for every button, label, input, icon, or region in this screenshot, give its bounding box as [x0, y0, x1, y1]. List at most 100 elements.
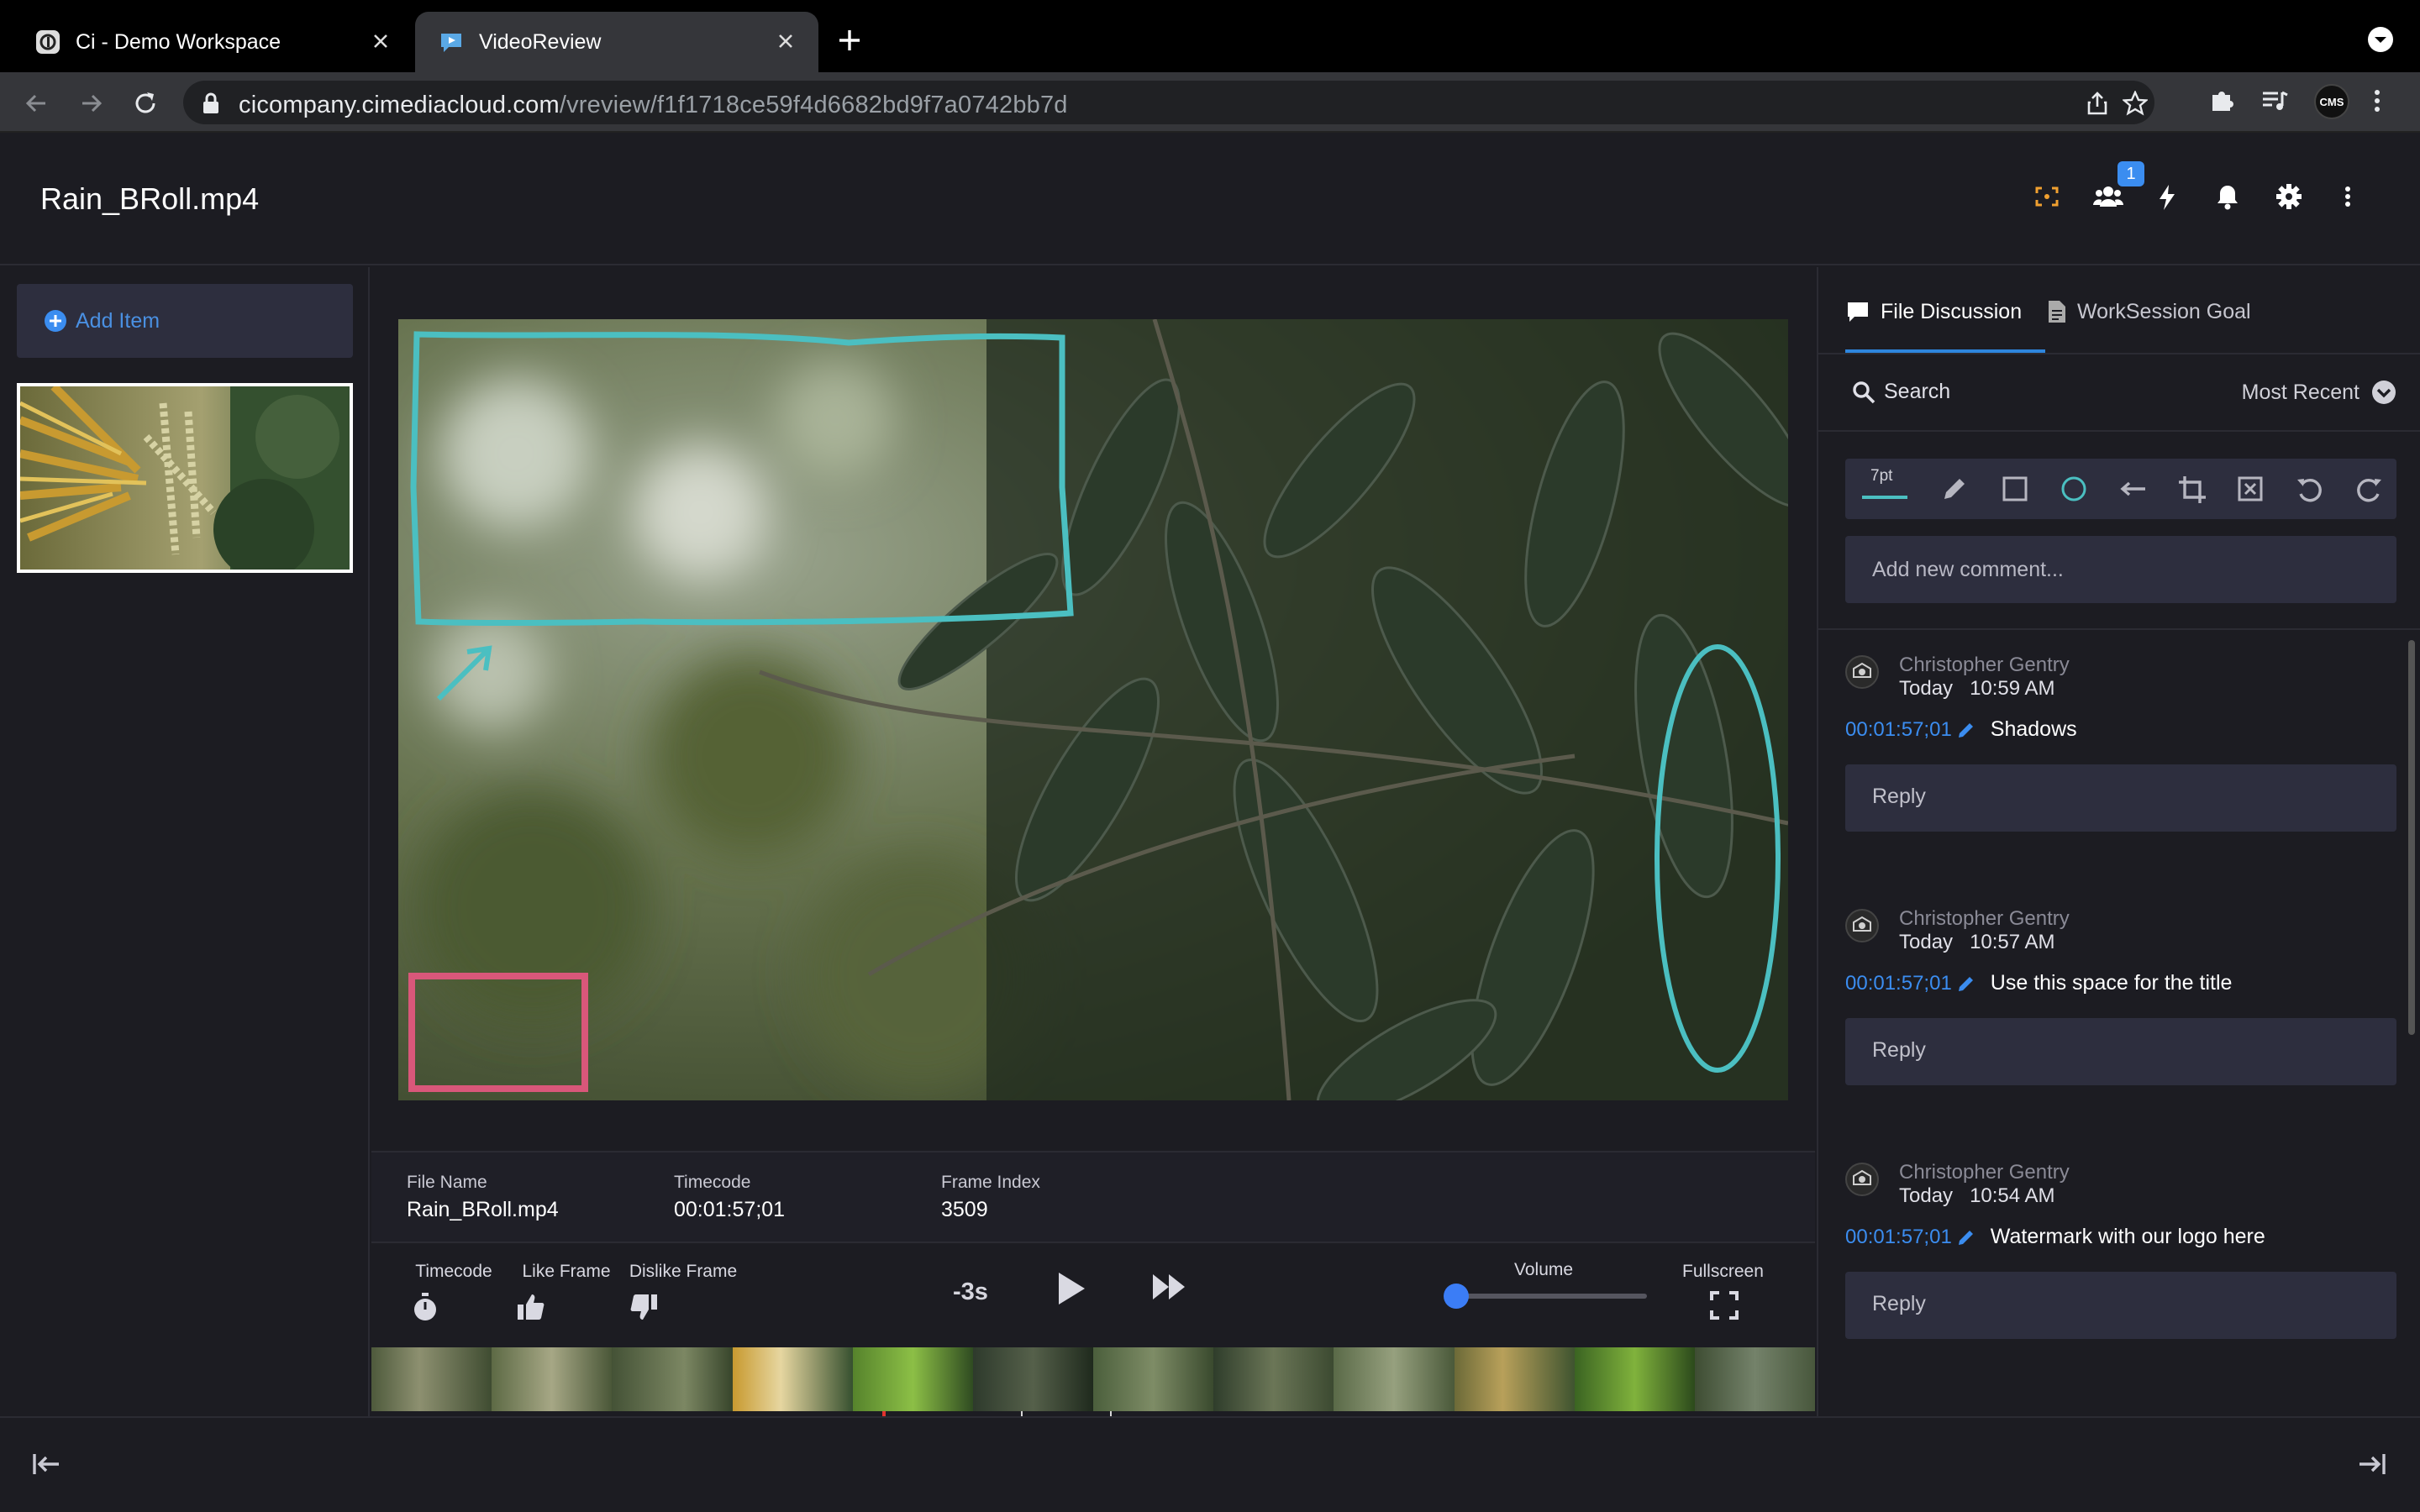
file-name-info: File Name Rain_BRoll.mp4: [407, 1173, 559, 1222]
volume-slider-knob[interactable]: [1444, 1284, 1469, 1309]
comment-timecode-link[interactable]: 00:01:57;01: [1845, 718, 1952, 742]
crop-icon[interactable]: [2178, 475, 2207, 504]
fullscreen-label: Fullscreen: [1682, 1262, 1764, 1281]
discussion-panel: File Discussion WorkSession Goal Search …: [1817, 267, 2420, 1416]
forward-arrow-icon[interactable]: [77, 89, 106, 118]
comment-timecode-link[interactable]: 00:01:57;01: [1845, 972, 1952, 995]
comment-time: 10:57 AM: [1970, 931, 2055, 953]
tab-title: Ci - Demo Workspace: [76, 29, 281, 54]
pencil-edit-icon[interactable]: [1957, 1228, 1975, 1247]
brush-size-selector[interactable]: 7pt: [1845, 459, 1921, 519]
timecode-button[interactable]: Timecode: [412, 1262, 496, 1322]
bookmark-star-icon[interactable]: [2123, 91, 2148, 116]
sort-dropdown[interactable]: Most Recent: [2242, 380, 2396, 405]
close-tab-icon[interactable]: [370, 30, 392, 52]
comment-author: Christopher Gentry: [1899, 1161, 2070, 1184]
lock-icon[interactable]: [202, 92, 220, 114]
fast-forward-icon[interactable]: [1151, 1272, 1186, 1302]
comment-timecode-link[interactable]: 00:01:57;01: [1845, 1226, 1952, 1249]
redo-icon[interactable]: [2354, 475, 2383, 504]
timecode-info: Timecode 00:01:57;01: [674, 1173, 785, 1222]
reply-button[interactable]: Reply: [1845, 764, 2396, 832]
volume-slider-track[interactable]: [1455, 1294, 1647, 1299]
timeline-filmstrip[interactable]: [371, 1347, 1815, 1411]
pencil-edit-icon[interactable]: [1957, 974, 1975, 993]
app-header: Rain_BRoll.mp4 1: [0, 133, 2420, 265]
reload-icon[interactable]: [131, 89, 160, 118]
browser-menu-dots-icon[interactable]: [2371, 87, 2383, 114]
rewind-3s-button[interactable]: -3s: [953, 1278, 988, 1306]
settings-gear-icon[interactable]: [2275, 183, 2302, 210]
avatar: [1845, 655, 1879, 689]
add-item-label: Add Item: [76, 308, 160, 333]
search-icon: [1852, 381, 1876, 404]
file-name-value: Rain_BRoll.mp4: [407, 1198, 559, 1221]
like-frame-button[interactable]: Like Frame: [516, 1262, 617, 1322]
rectangle-tool-icon[interactable]: [2002, 475, 2028, 502]
close-tab-icon[interactable]: [775, 30, 797, 52]
comments-scrollbar[interactable]: [2408, 640, 2415, 1035]
frame-index-info: Frame Index 3509: [941, 1173, 1040, 1222]
tab-search-chevron-icon[interactable]: [2366, 25, 2395, 54]
users-count-badge: 1: [2118, 161, 2144, 186]
bell-icon[interactable]: [2215, 183, 2240, 210]
sort-label: Most Recent: [2241, 380, 2360, 404]
url-host: cicompany.cimediacloud.com: [239, 92, 560, 118]
video-frame[interactable]: [398, 319, 1788, 1100]
discussion-tabs: File Discussion WorkSession Goal: [1818, 267, 2420, 354]
comment-body: 00:01:57;01 Watermark with our logo here: [1845, 1225, 2265, 1249]
undo-icon[interactable]: [2296, 475, 2324, 504]
collapse-left-panel-icon[interactable]: [32, 1452, 60, 1477]
timecode-value: 00:01:57;01: [674, 1198, 786, 1221]
pencil-edit-icon[interactable]: [1957, 721, 1975, 739]
bottom-bar: [0, 1416, 2420, 1512]
avatar: [1845, 1163, 1879, 1196]
arrow-tool-icon[interactable]: [2119, 475, 2148, 502]
browser-tab-videoreview[interactable]: VideoReview: [415, 12, 818, 72]
extensions-puzzle-icon[interactable]: [2208, 87, 2235, 114]
filmstrip-frame: [371, 1347, 492, 1411]
file-name-label: File Name: [407, 1173, 487, 1192]
reply-button[interactable]: Reply: [1845, 1272, 2396, 1339]
frame-index-value: 3509: [941, 1198, 988, 1221]
items-sidebar: Add Item: [0, 267, 370, 1416]
video-thumbnail[interactable]: [17, 383, 353, 573]
tab-worksession-goal[interactable]: WorkSession Goal: [2047, 294, 2251, 329]
back-arrow-icon[interactable]: [22, 89, 50, 118]
lightning-icon[interactable]: [2156, 183, 2178, 212]
fullscreen-icon[interactable]: [1709, 1290, 1739, 1320]
video-review-area: File Name Rain_BRoll.mp4 Timecode 00:01:…: [371, 267, 1815, 1464]
document-icon: [2047, 299, 2067, 324]
pencil-icon[interactable]: [1941, 475, 1968, 502]
clear-x-box-icon[interactable]: [2237, 475, 2264, 502]
search-button[interactable]: Search: [1852, 380, 1950, 404]
comment-day: Today: [1899, 1184, 1954, 1207]
volume-label: Volume: [1514, 1260, 1574, 1279]
more-vertical-icon[interactable]: [2343, 183, 2353, 210]
comment-body: 00:01:57;01 Shadows: [1845, 717, 2077, 742]
tab-file-discussion[interactable]: File Discussion: [1845, 294, 2022, 329]
collapse-right-panel-icon[interactable]: [2358, 1452, 2386, 1477]
reply-button[interactable]: Reply: [1845, 1018, 2396, 1085]
profile-avatar[interactable]: CMS: [2314, 84, 2349, 119]
address-bar[interactable]: cicompany.cimediacloud.com/vreview/f1f17…: [183, 81, 2154, 124]
timecode-button-label: Timecode: [415, 1262, 492, 1281]
ellipse-tool-icon[interactable]: [2060, 475, 2087, 502]
add-item-button[interactable]: Add Item: [17, 284, 353, 358]
new-comment-input[interactable]: Add new comment...: [1845, 536, 2396, 603]
browser-tab-ci-workspace[interactable]: Ci - Demo Workspace: [12, 12, 413, 72]
avatar: [1845, 909, 1879, 942]
filmstrip-frame: [972, 1347, 1094, 1411]
share-icon[interactable]: [2086, 91, 2109, 116]
browser-toolbar: cicompany.cimediacloud.com/vreview/f1f17…: [0, 72, 2420, 133]
users-icon[interactable]: [2092, 183, 2124, 210]
drawing-toolbar: 7pt: [1845, 459, 2396, 519]
comment-author: Christopher Gentry: [1899, 907, 2070, 930]
filmstrip-frame: [852, 1347, 973, 1411]
focus-frame-icon[interactable]: [2033, 183, 2060, 210]
media-queue-icon[interactable]: [2260, 87, 2289, 114]
comment-day: Today: [1899, 677, 1954, 700]
play-icon[interactable]: [1054, 1270, 1087, 1307]
new-tab-plus-icon[interactable]: [836, 27, 863, 54]
dislike-frame-button[interactable]: Dislike Frame: [629, 1262, 738, 1322]
